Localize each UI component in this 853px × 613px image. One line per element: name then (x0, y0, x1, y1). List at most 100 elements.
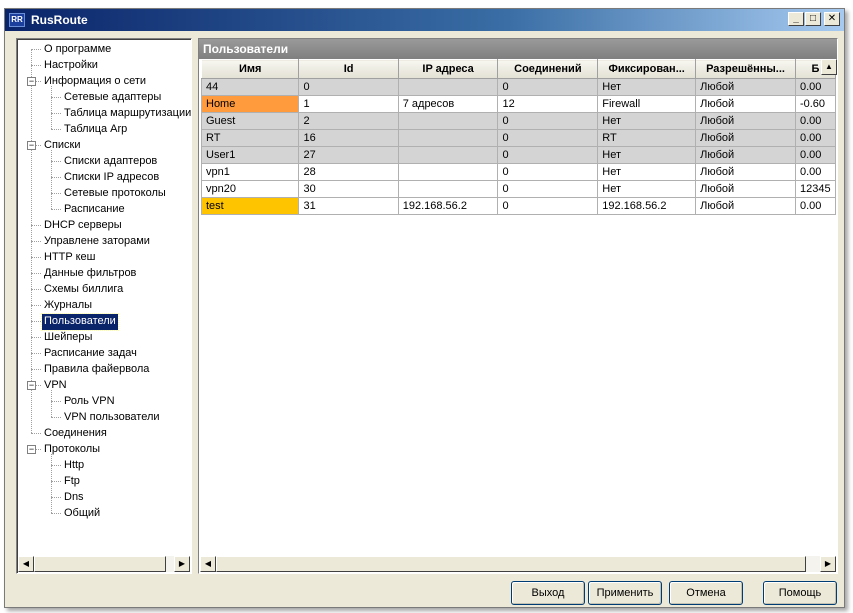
maximize-button[interactable]: □ (805, 12, 821, 26)
table-cell[interactable]: 0 (497, 163, 599, 181)
cancel-button[interactable]: Отмена (669, 581, 743, 605)
table-cell[interactable]: Любой (695, 112, 796, 130)
tree-item[interactable]: Соединения (42, 426, 109, 442)
table-cell[interactable]: 0.00 (794, 163, 836, 181)
tree-item[interactable]: HTTP кеш (42, 250, 97, 266)
table-row[interactable]: vpn20 30 0 Нет Любой 12345 (201, 180, 836, 198)
tree-item[interactable]: Расписание задач (42, 346, 139, 362)
table-row[interactable]: User1 27 0 Нет Любой 0.00 (201, 146, 836, 164)
left-arrow-icon[interactable]: ◀ (200, 556, 216, 572)
tree-item[interactable]: Шейперы (42, 330, 94, 346)
scroll-thumb[interactable] (34, 556, 166, 572)
tree-item[interactable]: Сетевые протоколы (62, 186, 168, 202)
tree-item[interactable]: Журналы (42, 298, 94, 314)
tree-horizontal-scrollbar[interactable]: ◀ ▶ (18, 556, 190, 572)
table-cell[interactable]: 0 (497, 78, 599, 96)
left-arrow-icon[interactable]: ◀ (18, 556, 34, 572)
table-cell[interactable]: Любой (695, 163, 796, 181)
table-cell[interactable]: 0 (497, 180, 599, 198)
tree-item[interactable]: Данные фильтров (42, 266, 138, 282)
tree-item[interactable]: Таблица маршрутизации (62, 106, 191, 122)
table-cell[interactable]: Любой (695, 180, 796, 198)
tree-item[interactable]: Схемы биллига (42, 282, 125, 298)
title-bar[interactable]: RR RusRoute _ □ ✕ (5, 9, 844, 31)
tree-item[interactable]: Настройки (42, 58, 100, 74)
table-cell[interactable]: Любой (695, 197, 796, 215)
tree-item[interactable]: Протоколы (42, 442, 102, 458)
table-cell[interactable]: 28 (298, 163, 399, 181)
table-cell[interactable]: 27 (298, 146, 399, 164)
right-arrow-icon[interactable]: ▶ (174, 556, 190, 572)
table-cell[interactable] (397, 112, 499, 130)
tree-expand-collapse-icon[interactable]: − (27, 141, 36, 150)
table-cell[interactable]: 16 (298, 129, 399, 147)
tree-item[interactable]: Информация о сети (42, 74, 148, 90)
user-name-cell[interactable]: vpn20 (201, 180, 300, 198)
column-header[interactable]: Фиксирован... (597, 59, 697, 79)
table-cell[interactable]: Нет (597, 146, 697, 164)
tree-item[interactable]: Списки IP адресов (62, 170, 161, 186)
right-arrow-icon[interactable]: ▶ (820, 556, 836, 572)
user-name-cell[interactable]: 44 (201, 78, 300, 96)
user-name-cell[interactable]: Guest (201, 112, 300, 130)
table-cell[interactable]: 0.00 (794, 197, 836, 215)
table-cell[interactable]: Любой (695, 129, 796, 147)
tree-item[interactable]: DHCP серверы (42, 218, 124, 234)
user-name-cell[interactable]: User1 (201, 146, 300, 164)
table-row[interactable]: Guest 2 0 Нет Любой 0.00 (201, 112, 836, 130)
tree-item[interactable]: Http (62, 458, 86, 474)
table-cell[interactable]: Нет (597, 78, 697, 96)
table-cell[interactable]: 0 (497, 112, 599, 130)
exit-button[interactable]: Выход (511, 581, 585, 605)
table-cell[interactable]: Firewall (597, 95, 697, 113)
table-cell[interactable]: Нет (597, 112, 697, 130)
column-header[interactable]: Имя (201, 59, 300, 79)
tree-item[interactable]: VPN пользователи (62, 410, 162, 426)
user-name-cell[interactable]: Home (201, 95, 300, 113)
tree-item[interactable]: Ftp (62, 474, 82, 490)
table-cell[interactable]: 31 (298, 197, 399, 215)
table-cell[interactable]: 1 (298, 95, 399, 113)
table-cell[interactable]: 0.00 (794, 78, 836, 96)
table-cell[interactable]: 12 (497, 95, 599, 113)
table-cell[interactable]: Любой (695, 78, 796, 96)
table-cell[interactable] (397, 146, 499, 164)
apply-button[interactable]: Применить (588, 581, 662, 605)
tree-item[interactable]: Роль VPN (62, 394, 117, 410)
table-cell[interactable] (397, 163, 499, 181)
tree-item[interactable]: Списки (42, 138, 83, 154)
table-cell[interactable]: Нет (597, 163, 697, 181)
navigation-tree[interactable]: О программе Настройки − Информация о сети Се… (17, 39, 191, 556)
table-row[interactable]: test 31 192.168.56.2 0 192.168.56.2 Любой 0.00 (201, 197, 836, 215)
table-cell[interactable]: Нет (597, 180, 697, 198)
user-name-cell[interactable]: test (201, 197, 300, 215)
table-row[interactable]: Home 1 7 адресов 12 Firewall Любой -0.60 (201, 95, 836, 113)
table-row[interactable]: 44 0 0 Нет Любой 0.00 (201, 78, 836, 96)
grid-horizontal-scrollbar[interactable]: ◀ ▶ (200, 556, 836, 572)
table-cell[interactable]: Любой (695, 146, 796, 164)
tree-item[interactable]: Правила файервола (42, 362, 151, 378)
table-row[interactable]: RT 16 0 RT Любой 0.00 (201, 129, 836, 147)
help-button[interactable]: Помощь (763, 581, 837, 605)
tree-item[interactable]: Пользователи (41, 313, 119, 331)
tree-item[interactable]: Расписание (62, 202, 127, 218)
table-cell[interactable]: 7 адресов (397, 95, 499, 113)
minimize-button[interactable]: _ (788, 12, 804, 26)
table-cell[interactable]: 0 (497, 129, 599, 147)
table-cell[interactable] (397, 129, 499, 147)
table-cell[interactable]: 0 (497, 197, 599, 215)
tree-item[interactable]: Списки адаптеров (62, 154, 159, 170)
column-header[interactable]: Соединений (497, 59, 599, 79)
scroll-thumb[interactable] (216, 556, 806, 572)
tree-expand-collapse-icon[interactable]: − (27, 77, 36, 86)
table-cell[interactable]: 30 (298, 180, 399, 198)
tree-item[interactable]: Управлене заторами (42, 234, 152, 250)
table-cell[interactable] (397, 78, 499, 96)
user-name-cell[interactable]: vpn1 (201, 163, 300, 181)
table-cell[interactable]: 0.00 (794, 129, 836, 147)
table-cell[interactable]: 192.168.56.2 (397, 197, 499, 215)
tree-item[interactable]: Общий (62, 506, 102, 522)
tree-expand-collapse-icon[interactable]: − (27, 381, 36, 390)
table-cell[interactable]: 0 (497, 146, 599, 164)
table-cell[interactable]: 12345 (794, 180, 836, 198)
